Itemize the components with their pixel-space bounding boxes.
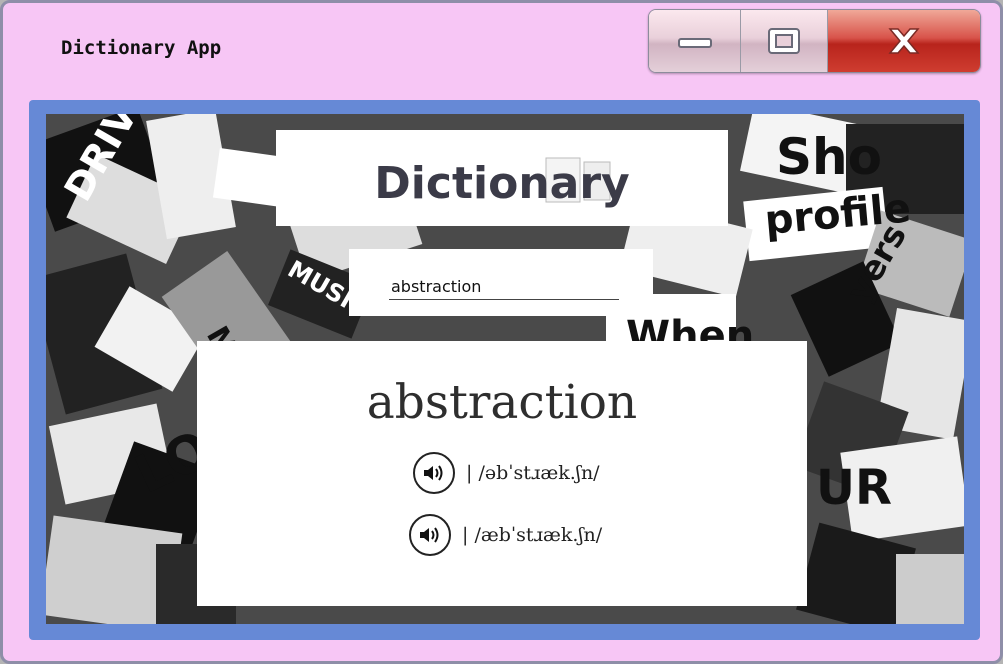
dictionary-logo: Dictionary [374, 157, 630, 209]
search-card [349, 249, 653, 316]
maximize-icon [768, 28, 800, 54]
close-button[interactable] [828, 10, 980, 72]
pronunciation-text: | /æbˈstɹæk.ʃn/ [462, 524, 603, 546]
play-pronunciation-button[interactable] [409, 514, 451, 556]
window-title: Dictionary App [61, 37, 222, 59]
speaker-icon [420, 527, 439, 543]
pronunciation-row: | /æbˈstɹæk.ʃn/ [409, 514, 602, 556]
minimize-button[interactable] [649, 10, 741, 72]
logo-text: Dictionary [374, 158, 629, 209]
search-input[interactable] [389, 273, 619, 300]
pronunciation-text: | /əbˈstɹæk.ʃn/ [466, 462, 600, 484]
svg-text:Sho: Sho [776, 128, 882, 186]
headword: abstraction [366, 375, 638, 430]
svg-text:UR: UR [816, 460, 892, 516]
maximize-button[interactable] [741, 10, 828, 72]
play-pronunciation-button[interactable] [413, 452, 455, 494]
close-icon [888, 28, 920, 54]
minimize-icon [677, 38, 712, 48]
app-logo-card: Dictionary [276, 130, 728, 226]
speaker-icon [424, 465, 443, 481]
result-card: abstraction | /əbˈstɹæk.ʃn/ | /æbˈstɹæk.… [197, 341, 807, 606]
window-controls [648, 9, 981, 73]
pronunciation-row: | /əbˈstɹæk.ʃn/ [413, 452, 600, 494]
